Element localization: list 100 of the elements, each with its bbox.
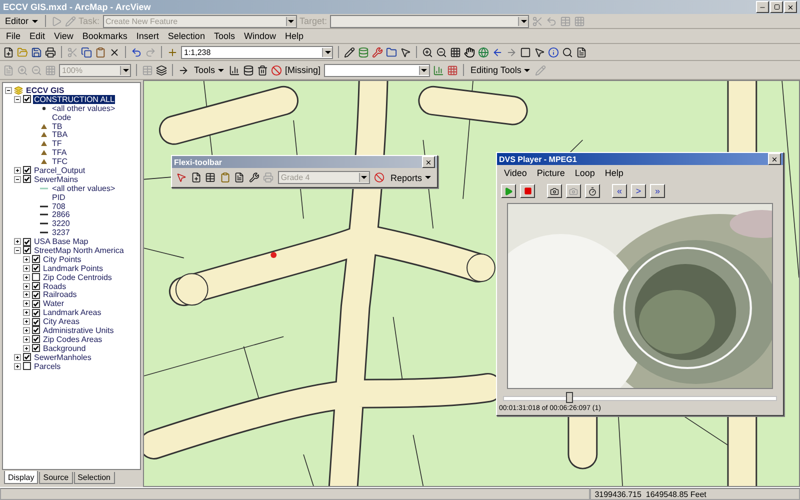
layer-checkbox[interactable] — [32, 290, 40, 299]
menu-item[interactable]: Window — [240, 31, 279, 41]
pointer-icon[interactable] — [400, 46, 411, 58]
layer-checkbox[interactable] — [32, 300, 40, 308]
expand-icon[interactable] — [23, 336, 30, 343]
bar-chart-icon[interactable] — [432, 64, 444, 76]
layer-checkbox[interactable] — [32, 318, 40, 326]
layer-name[interactable]: StreetMap North America — [33, 246, 125, 255]
layer-checkbox[interactable] — [23, 166, 31, 174]
maximize-button[interactable] — [770, 1, 783, 13]
collapse-icon[interactable] — [14, 246, 21, 254]
report-icon[interactable] — [576, 46, 587, 58]
no-entry-icon[interactable] — [271, 64, 282, 76]
layer-name[interactable]: Parcel_Output — [33, 166, 86, 175]
layer-name[interactable]: Background — [42, 344, 87, 353]
layer-checkbox[interactable] — [32, 282, 40, 290]
menu-item[interactable]: Tools — [210, 31, 238, 41]
expand-icon[interactable] — [23, 309, 30, 316]
paste-icon[interactable] — [95, 46, 106, 58]
menu-item[interactable]: Bookmarks — [79, 31, 130, 41]
menu-item[interactable]: Edit — [26, 31, 48, 41]
database-icon[interactable] — [243, 64, 254, 76]
grid-icon[interactable] — [446, 64, 458, 76]
layer-checkbox[interactable] — [32, 344, 40, 352]
expand-icon[interactable] — [23, 291, 30, 298]
expand-icon[interactable] — [14, 354, 21, 361]
layer-name[interactable]: Parcels — [33, 362, 62, 371]
copy-icon[interactable] — [81, 46, 92, 58]
layer-checkbox[interactable] — [23, 246, 31, 254]
layer-name[interactable]: Railroads — [42, 290, 78, 300]
expand-icon[interactable] — [23, 326, 30, 334]
delete-icon[interactable] — [109, 46, 120, 58]
layer-name[interactable]: USA Base Map — [33, 237, 90, 246]
pan-icon[interactable] — [464, 46, 475, 58]
tools-menu[interactable]: Tools — [192, 65, 226, 75]
layer-checkbox[interactable] — [32, 308, 40, 317]
close-button[interactable] — [784, 1, 797, 13]
editing-tools-menu[interactable]: Editing Tools — [468, 65, 532, 75]
expand-icon[interactable] — [23, 256, 30, 263]
chart-icon[interactable] — [229, 64, 240, 76]
layer-checkbox[interactable] — [32, 255, 40, 264]
layers-icon[interactable] — [156, 64, 167, 76]
expand-icon[interactable] — [23, 264, 30, 272]
back-icon[interactable] — [492, 46, 503, 58]
collapse-icon[interactable] — [14, 176, 21, 183]
layer-dropdown[interactable] — [324, 64, 430, 76]
layer-checkbox[interactable] — [32, 264, 40, 272]
layer-checkbox[interactable] — [32, 335, 40, 344]
new-file-icon[interactable] — [3, 46, 14, 58]
add-data-icon[interactable] — [167, 46, 178, 58]
collapse-icon[interactable] — [14, 96, 21, 103]
layer-name[interactable]: Water — [42, 299, 66, 308]
layer-checkbox[interactable] — [23, 175, 31, 184]
layer-name[interactable]: City Points — [42, 254, 82, 264]
zoom-in-icon[interactable] — [422, 46, 433, 58]
expand-icon[interactable] — [14, 166, 21, 174]
zoom-out-icon[interactable] — [436, 46, 447, 58]
menu-item[interactable]: View — [51, 31, 76, 41]
layer-name[interactable]: Landmark Areas — [42, 308, 102, 318]
layer-checkbox[interactable] — [23, 362, 31, 370]
minimize-button[interactable] — [756, 1, 769, 13]
layer-checkbox[interactable] — [23, 238, 31, 246]
save-icon[interactable] — [31, 46, 42, 58]
menu-item[interactable]: Insert — [133, 31, 162, 41]
layer-name[interactable]: SewerManholes — [33, 352, 92, 362]
print-icon[interactable] — [45, 46, 56, 58]
layer-name[interactable]: Zip Codes Areas — [42, 334, 104, 344]
find-icon[interactable] — [562, 46, 573, 58]
toc-tab[interactable]: Source — [39, 472, 73, 484]
trash-icon[interactable] — [257, 64, 268, 76]
layer-name[interactable]: CONSTRUCTION ALL — [33, 94, 116, 104]
expand-icon[interactable] — [23, 282, 30, 290]
toc-tab[interactable]: Selection — [74, 472, 115, 484]
arrow-icon[interactable] — [534, 46, 545, 58]
layer-name[interactable]: City Areas — [42, 317, 80, 326]
layer-name[interactable]: Landmark Points — [42, 264, 104, 273]
layer-name[interactable]: Administrative Units — [42, 326, 115, 335]
expand-icon[interactable] — [23, 344, 30, 352]
menu-item[interactable]: Selection — [164, 31, 208, 41]
layer-name[interactable]: ECCV GIS — [25, 86, 66, 95]
layer-name[interactable]: Roads — [42, 282, 68, 291]
scale-dropdown[interactable]: 1:1,238 — [181, 46, 333, 58]
expand-icon[interactable] — [14, 362, 21, 370]
expand-icon[interactable] — [14, 238, 21, 246]
layer-name[interactable]: Zip Code Centroids — [42, 272, 113, 282]
expand-icon[interactable] — [23, 300, 30, 308]
collapse-icon[interactable] — [5, 86, 12, 94]
target-dropdown[interactable] — [330, 14, 530, 28]
layer-checkbox[interactable] — [23, 353, 31, 362]
layer-name[interactable]: SewerMains — [33, 174, 80, 184]
toc-tab[interactable]: Display — [4, 471, 38, 484]
arrow-icon[interactable] — [178, 64, 189, 76]
layer-checkbox[interactable] — [32, 273, 40, 282]
expand-icon[interactable] — [23, 274, 30, 281]
menu-item[interactable]: Help — [282, 31, 306, 41]
undo-icon[interactable] — [131, 46, 142, 58]
info-icon[interactable] — [548, 46, 559, 58]
expand-icon[interactable] — [23, 318, 30, 326]
layer-checkbox[interactable] — [32, 326, 40, 334]
menu-item[interactable]: File — [3, 31, 24, 41]
